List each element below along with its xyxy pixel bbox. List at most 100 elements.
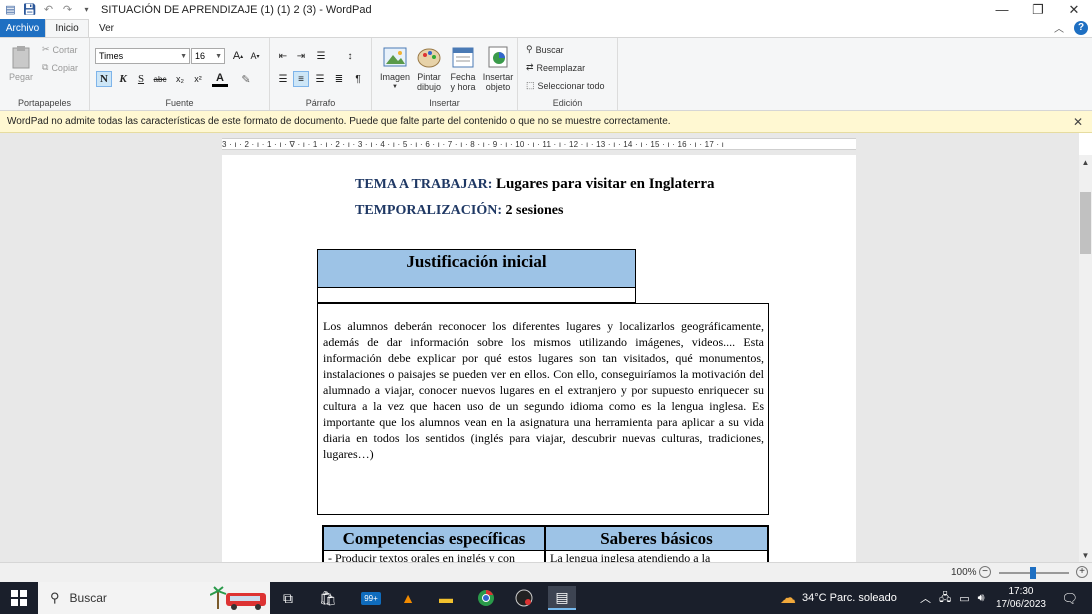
font-family-select[interactable]: Times ▼ — [95, 48, 190, 64]
font-family-value: Times — [99, 51, 124, 61]
subscript-button[interactable]: x₂ — [172, 71, 188, 87]
font-color-button[interactable]: A — [212, 71, 228, 87]
record-icon — [515, 589, 533, 607]
ribbon: Pegar ✂ Cortar ⧉ Copiar Portapapeles Times… — [0, 37, 1092, 111]
collapse-ribbon-icon[interactable]: ︿ — [1054, 20, 1064, 35]
select-all-button[interactable]: ⬚ Seleccionar todo — [526, 80, 605, 91]
zoom-slider-thumb[interactable] — [1030, 567, 1036, 579]
scissors-icon: ✂ — [42, 44, 50, 54]
font-size-select[interactable]: 16 ▼ — [191, 48, 225, 64]
justificacion-header: Justificación inicial — [317, 249, 636, 288]
justify-icon[interactable]: ≣ — [331, 71, 347, 87]
obs-icon[interactable] — [510, 586, 538, 610]
scroll-thumb[interactable] — [1080, 192, 1091, 254]
decrease-indent-icon[interactable]: ⇤ — [275, 48, 291, 64]
undo-icon[interactable]: ↶ — [42, 3, 55, 16]
bold-button[interactable]: N — [96, 71, 112, 87]
table-cell: - Producir textos orales en inglés y con — [324, 551, 546, 562]
paragraph-icon[interactable]: ¶ — [350, 71, 366, 87]
highlight-icon[interactable]: ✎ — [238, 71, 254, 87]
clock-date: 17/06/2023 — [995, 599, 1046, 610]
zoom-in-icon[interactable]: + — [1076, 566, 1088, 578]
taskbar-clock[interactable]: 17:30 17/06/2023 — [996, 585, 1046, 611]
network-icon[interactable]: 🖧︎ — [939, 589, 951, 608]
align-center-icon[interactable]: ≡ — [293, 71, 309, 87]
font-group-label: Fuente — [165, 98, 194, 108]
document-page[interactable]: TEMA A TRABAJAR: Lugares para visitar en… — [222, 155, 856, 562]
vertical-scrollbar[interactable]: ▲ ▼ — [1079, 155, 1092, 562]
paragraph-group-label: Párrafo — [305, 98, 336, 108]
replace-label: Reemplazar — [536, 62, 586, 73]
vlc-icon[interactable]: ▲ — [394, 586, 422, 610]
date-time-button[interactable]: Fecha y hora — [447, 44, 479, 92]
volume-icon[interactable]: 🔊︎ — [978, 592, 985, 605]
tempo-value: 2 sesiones — [505, 203, 564, 218]
paste-button[interactable]: Pegar — [8, 44, 34, 82]
notification-icon[interactable]: 🗨︎ — [1061, 591, 1078, 607]
paint-drawing-button[interactable]: Pintar dibujo — [413, 44, 445, 92]
bullets-icon[interactable]: ☰ — [313, 48, 329, 64]
zoom-out-icon[interactable]: − — [979, 566, 991, 578]
search-placeholder: Buscar — [69, 591, 107, 605]
edit-group-label: Edición — [552, 98, 583, 108]
save-icon[interactable]: 💾︎ — [23, 3, 37, 16]
weather-widget[interactable]: ☁ 34°C Parc. soleado — [780, 582, 897, 614]
clock-time: 17:30 — [1008, 586, 1034, 597]
binoculars-icon: ⚲ — [526, 44, 533, 54]
align-right-icon[interactable]: ☰ — [312, 71, 328, 87]
search-icon: ⚲ — [50, 590, 60, 605]
task-view-icon[interactable]: ⧉ — [274, 586, 302, 610]
scroll-down-icon[interactable]: ▼ — [1079, 548, 1092, 562]
battery-icon[interactable]: ▭ — [959, 592, 969, 605]
chevron-up-icon[interactable]: ︿ — [920, 590, 931, 606]
start-button[interactable] — [0, 582, 38, 614]
copy-button[interactable]: ⧉ Copiar — [42, 62, 78, 73]
replace-icon: ⇄ — [526, 62, 534, 72]
line-spacing-icon[interactable]: ↕ — [342, 48, 358, 64]
redo-icon[interactable]: ↷ — [61, 3, 74, 16]
customize-toolbar-icon[interactable]: ▾ — [80, 3, 93, 16]
tab-archivo[interactable]: Archivo — [0, 19, 45, 37]
info-bar-text: WordPad no admite todas las característi… — [7, 116, 671, 127]
table-cell: La lengua inglesa atendiendo a la — [550, 551, 711, 562]
wordpad-taskbar-icon[interactable]: ▤ — [548, 586, 576, 610]
grow-font-icon[interactable]: A ▴ — [230, 48, 246, 64]
shrink-font-icon[interactable]: A ▾ — [247, 48, 263, 64]
increase-indent-icon[interactable]: ⇥ — [293, 48, 309, 64]
restore-button[interactable]: ❐ — [1020, 0, 1056, 19]
minimize-button[interactable]: — — [984, 0, 1020, 19]
insert-object-button[interactable]: Insertar objeto — [480, 44, 516, 92]
file-explorer-icon[interactable]: ▬ — [432, 586, 460, 610]
object-label-1: Insertar — [482, 72, 514, 82]
chrome-icon[interactable] — [472, 586, 500, 610]
insert-group: Imagen ▼ Pintar dibujo Fecha y hora Inse… — [372, 38, 518, 110]
replace-button[interactable]: ⇄ Reemplazar — [526, 62, 585, 73]
ruler[interactable]: 3 · ı · 2 · ı · 1 · ı · ∇ · ı · 1 · ı · … — [222, 138, 856, 150]
tema-label: TEMA A TRABAJAR: — [355, 177, 493, 192]
superscript-button[interactable]: x² — [190, 71, 206, 87]
close-icon[interactable]: ✕ — [1073, 115, 1083, 129]
tab-inicio[interactable]: Inicio — [45, 19, 89, 37]
strikethrough-button[interactable]: abc — [152, 71, 168, 87]
calendar-icon — [452, 47, 474, 68]
italic-button[interactable]: K — [115, 71, 131, 87]
system-tray: ︿ 🖧︎ ▭ 🔊︎ — [920, 582, 985, 614]
close-button[interactable]: ✕ — [1056, 0, 1092, 19]
store-icon[interactable]: 🛍︎ — [314, 586, 342, 610]
help-icon[interactable]: ? — [1074, 20, 1088, 35]
cut-button[interactable]: ✂ Cortar — [42, 44, 78, 55]
paint-icon — [417, 48, 441, 68]
wordpad-app-icon[interactable]: ▤ — [4, 3, 17, 16]
find-button[interactable]: ⚲ Buscar — [526, 44, 564, 55]
taskbar-search[interactable]: ⚲ Buscar — [38, 582, 270, 614]
mail-badge: 99+ — [361, 591, 381, 605]
tema-value: Lugares para visitar en Inglaterra — [495, 176, 715, 192]
mail-icon[interactable]: 99+ — [354, 586, 388, 610]
insert-image-button[interactable]: Imagen ▼ — [379, 44, 411, 92]
font-group: Times ▼ 16 ▼ A ▴ A ▾ N K S abc x₂ x² A ✎ Fue… — [90, 38, 270, 110]
underline-button[interactable]: S — [133, 71, 149, 87]
tab-ver[interactable]: Ver — [89, 19, 124, 37]
align-left-icon[interactable]: ☰ — [275, 71, 291, 87]
table-header-row: Competencias específicas Saberes básicos — [324, 527, 767, 551]
scroll-up-icon[interactable]: ▲ — [1079, 155, 1092, 169]
